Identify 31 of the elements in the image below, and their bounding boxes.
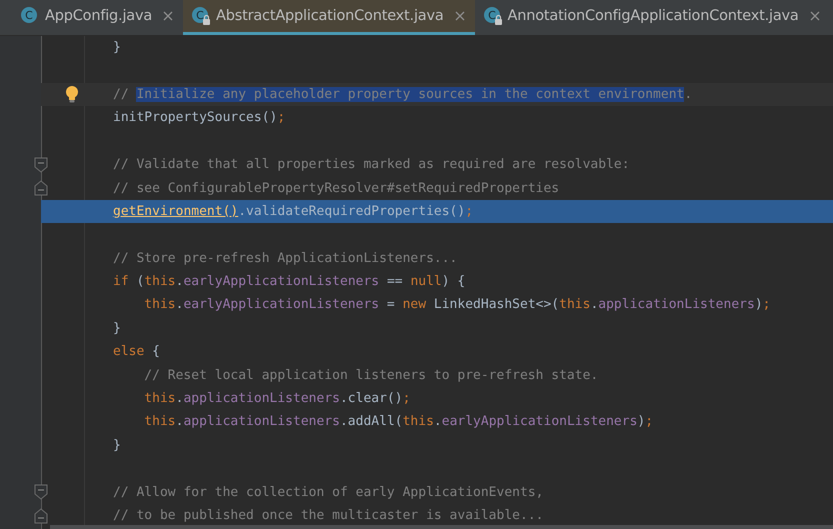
code-line: // Validate that all properties marked as required are resolvable: xyxy=(113,157,630,172)
code-line: getEnvironment().validateRequiredProperties(); xyxy=(113,204,474,219)
class-file-icon: C xyxy=(20,6,40,26)
unfold-icon[interactable] xyxy=(34,508,48,524)
close-icon[interactable] xyxy=(454,11,465,21)
close-icon[interactable] xyxy=(810,11,820,21)
editor-tab[interactable]: C AnnotationConfigApplicationContext.java xyxy=(474,0,830,35)
fold-icon[interactable] xyxy=(34,156,48,173)
code-line: this.applicationListeners.clear(); xyxy=(144,391,410,406)
code-line: // Reset local application listeners to pre-refresh state. xyxy=(144,368,598,383)
locked-class-file-icon: C xyxy=(191,6,212,26)
code-line: // Allow for the collection of early ApplicationEvents, xyxy=(113,484,544,500)
code-line: this.applicationListeners.addAll(this.earlyApplicationListeners); xyxy=(144,414,654,430)
code-line: // see ConfigurablePropertyResolver#setRequiredProperties xyxy=(113,180,560,196)
code-line: // Store pre-refresh ApplicationListeners... xyxy=(113,250,458,266)
lightbulb-icon[interactable] xyxy=(64,85,78,104)
fold-icon[interactable] xyxy=(34,484,48,500)
close-icon[interactable] xyxy=(163,11,174,21)
code-line: // to be published once the multicaster is available... xyxy=(113,508,544,523)
code-line: if (this.earlyApplicationListeners == null) { xyxy=(113,274,466,290)
locked-class-file-icon: C xyxy=(482,6,503,26)
code-line: this.earlyApplicationListeners = new LinkedHashSet<>(this.applicationListeners); xyxy=(144,297,770,312)
code-line: else { xyxy=(113,344,160,360)
editor-tab[interactable]: C AppConfig.java xyxy=(12,0,184,35)
editor-tab[interactable]: C AbstractApplicationContext.java xyxy=(183,0,475,35)
horizontal-scrollbar[interactable] xyxy=(50,525,833,529)
code-line: initPropertySources(); xyxy=(113,110,286,126)
unfold-icon[interactable] xyxy=(34,180,48,196)
code-line: } xyxy=(113,40,121,56)
code-line: } xyxy=(113,438,121,453)
code-line: } xyxy=(113,320,121,336)
